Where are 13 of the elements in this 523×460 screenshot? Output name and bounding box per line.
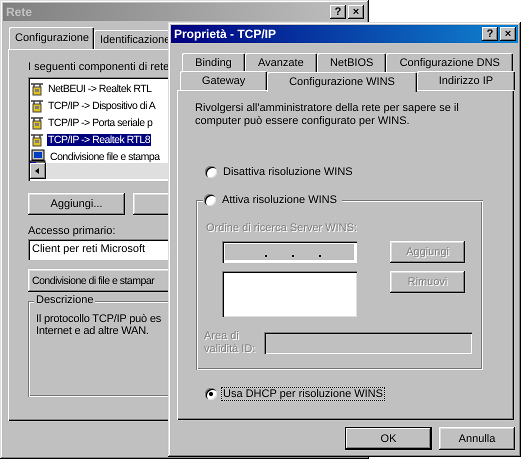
radio-label: Disattiva risoluzione WINS xyxy=(222,166,354,178)
components-label: I seguenti componenti di rete xyxy=(28,61,170,73)
radio-label: Usa DHCP per risoluzione WINS xyxy=(222,388,384,400)
description-text: Il protocollo TCP/IP può es xyxy=(36,313,162,325)
radio-label: Attiva risoluzione WINS xyxy=(221,194,338,206)
primary-logon-label: Accesso primario: xyxy=(28,225,116,237)
window-title: Rete xyxy=(6,5,32,19)
description-text: Internet e ad altre WAN. xyxy=(36,325,149,337)
scope-id-label: Area di validità ID: xyxy=(204,330,256,356)
instruction-text: Rivolgersi all'amministratore della rete per sapere se il computer può essere configurato per WINS. xyxy=(195,102,460,128)
server-order-label: Ordine di ricerca Server WINS: xyxy=(206,222,358,234)
group-title: Descrizione xyxy=(34,294,96,306)
window-title: Proprietà - TCP/IP xyxy=(174,27,276,41)
